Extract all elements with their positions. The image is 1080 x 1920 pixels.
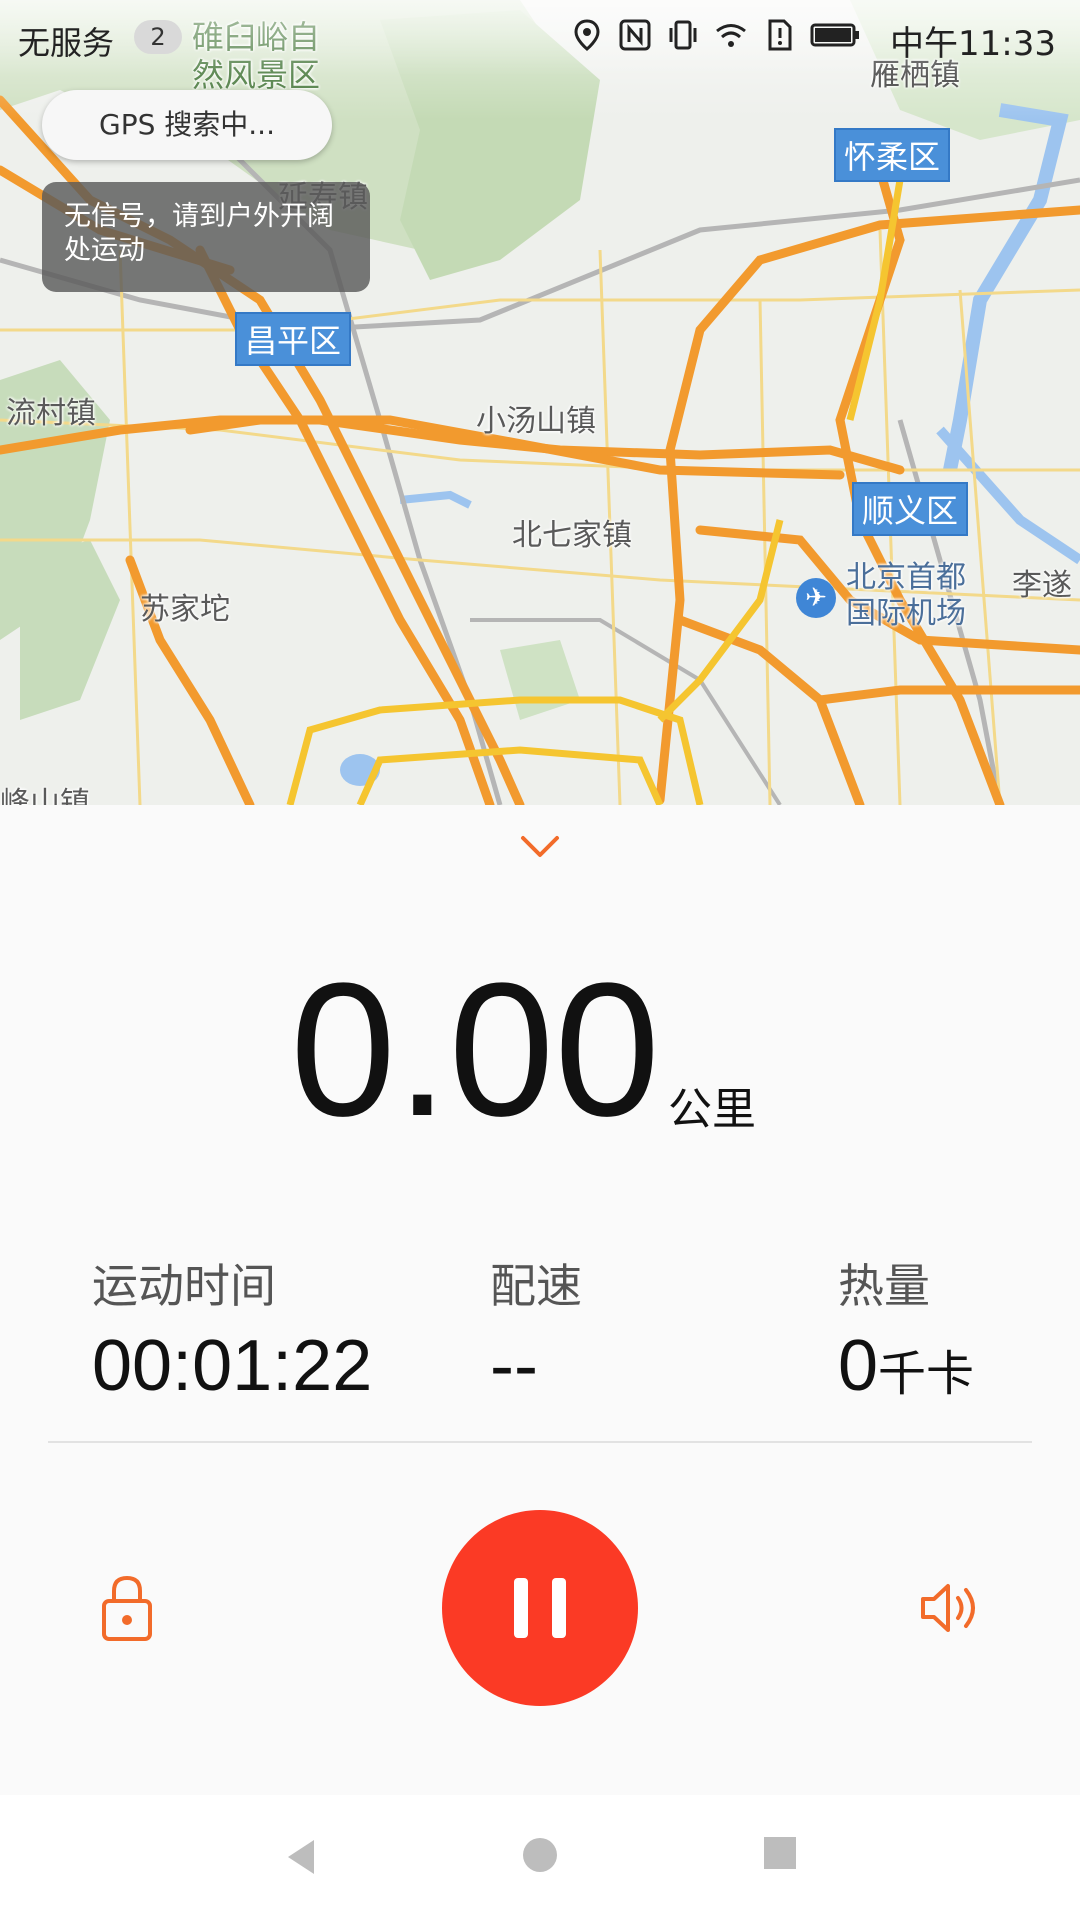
map-label-sujiatuo: 苏家坨	[140, 592, 230, 627]
lock-icon	[102, 1575, 152, 1641]
chevron-down-icon[interactable]	[520, 835, 560, 859]
calories-display: 0千卡	[838, 1325, 974, 1407]
speaker-icon	[921, 1584, 975, 1632]
wifi-icon	[716, 24, 746, 47]
district-label-changping: 昌平区	[235, 312, 352, 366]
recents-icon[interactable]	[764, 1837, 796, 1869]
carrier-label: 无服务	[18, 24, 115, 62]
vibrate-icon	[669, 20, 697, 50]
duration-value: 00:01:22	[92, 1326, 373, 1406]
status-bar: 无服务 2 中午11:33	[0, 0, 1080, 76]
map-label-xiaotangshan: 小汤山镇	[476, 404, 596, 439]
distance-display: 0.00 公里	[0, 955, 1080, 1155]
sim-alert-icon	[768, 19, 792, 51]
distance-unit: 公里	[668, 1084, 756, 1135]
workout-panel: 0.00 公里 运动时间 00:01:22 配速 -- 热量 0千卡	[0, 805, 1080, 1795]
duration-label: 运动时间	[92, 1259, 276, 1313]
map-label-beiqijia: 北七家镇	[512, 518, 632, 553]
divider	[48, 1441, 1032, 1443]
back-icon[interactable]	[284, 1837, 318, 1877]
pace-value: --	[490, 1326, 538, 1406]
pace-label: 配速	[490, 1259, 582, 1313]
pause-icon-bar-right	[552, 1578, 566, 1638]
calories-unit: 千卡	[878, 1348, 975, 1401]
calories-label: 热量	[838, 1259, 930, 1313]
distance-value: 0.00	[290, 944, 660, 1156]
nfc-icon	[619, 19, 651, 51]
location-icon	[574, 19, 600, 51]
map-label-liucun: 流村镇	[6, 396, 96, 431]
gps-status-pill[interactable]: GPS 搜索中...	[42, 90, 332, 160]
district-label-shunyi: 顺义区	[852, 482, 969, 536]
no-signal-toast: 无信号，请到户外开阔处运动	[42, 182, 370, 292]
pause-button[interactable]	[442, 1510, 638, 1706]
airport-icon: ✈	[796, 578, 836, 618]
battery-icon	[810, 23, 859, 47]
pause-icon-bar-left	[514, 1578, 528, 1638]
status-icons	[570, 18, 860, 52]
lock-button[interactable]	[100, 1573, 154, 1643]
map-label-lisui: 李遂	[1012, 568, 1072, 603]
district-label-huairou: 怀柔区	[834, 128, 951, 182]
sim-badge: 2	[134, 20, 182, 54]
calories-value: 0	[838, 1326, 879, 1406]
map-label-fengshan: 峰山镇	[0, 786, 90, 805]
clock: 中午11:33	[890, 24, 1056, 64]
system-nav-bar	[0, 1795, 1080, 1920]
volume-button[interactable]	[920, 1581, 984, 1635]
home-icon[interactable]	[522, 1837, 558, 1873]
map-label-airport: 北京首都国际机场	[846, 560, 966, 631]
